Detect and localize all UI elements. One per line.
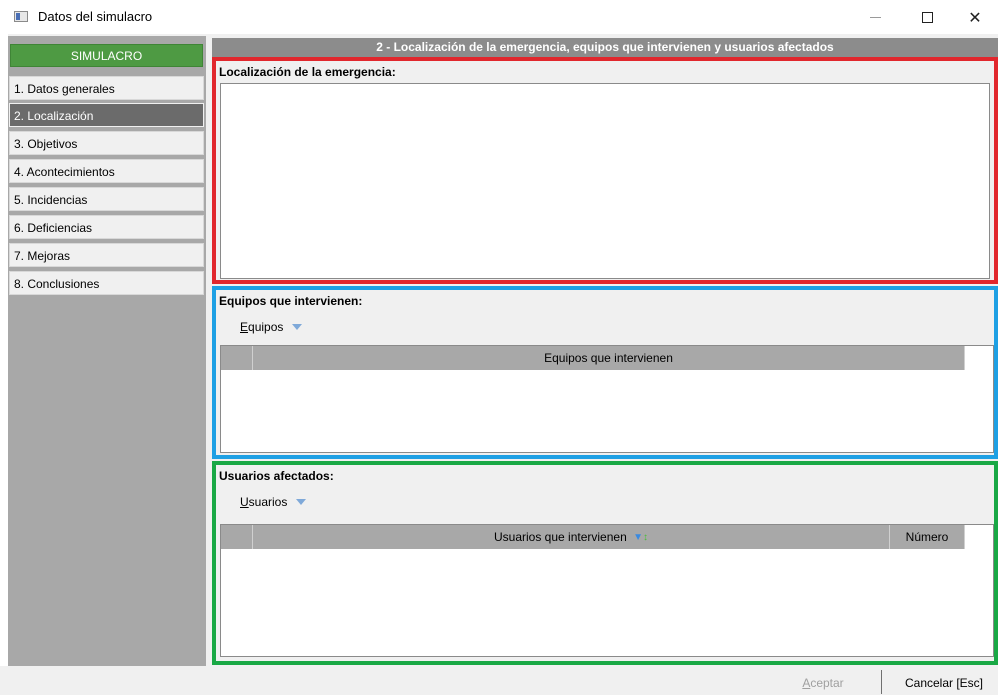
equipment-grid-header: Equipos que intervienen	[221, 346, 965, 370]
sidebar-item-deficiencias[interactable]: 6. Deficiencias	[9, 215, 204, 239]
sidebar-item-acontecimientos[interactable]: 4. Acontecimientos	[9, 159, 204, 183]
users-column-header[interactable]: Usuarios que intervienen ▼↕	[253, 525, 890, 549]
title-bar: Datos del simulacro ✕	[0, 0, 998, 34]
sidebar-item-datos-generales[interactable]: 1. Datos generales	[9, 76, 204, 100]
close-icon: ✕	[968, 7, 982, 27]
equipment-title: Equipos que intervienen:	[219, 294, 363, 308]
users-title: Usuarios afectados:	[219, 469, 334, 483]
users-dropdown-mnemonic: U	[240, 495, 249, 509]
users-column-label: Usuarios que intervienen	[494, 530, 627, 544]
caret-down-icon	[292, 324, 303, 330]
users-grid[interactable]: Usuarios que intervienen ▼↕ Número	[220, 524, 994, 657]
maximize-icon	[921, 11, 933, 23]
section-header: 2 - Localización de la emergencia, equip…	[212, 38, 998, 57]
accept-button[interactable]: Aceptar	[768, 672, 878, 694]
grid-corner	[221, 346, 253, 370]
sidebar-item-localizacion[interactable]: 2. Localización	[9, 103, 204, 127]
number-column-header[interactable]: Número	[890, 525, 965, 549]
grid-corner	[221, 525, 253, 549]
app-window-icon	[14, 11, 28, 22]
equipment-dropdown-label: quipos	[248, 320, 284, 334]
users-section: Usuarios afectados: Usuarios Usuarios qu…	[212, 461, 998, 665]
location-title: Localización de la emergencia:	[219, 65, 396, 79]
sidebar: SIMULACRO 1. Datos generales 2. Localiza…	[8, 36, 206, 666]
users-dropdown-label: suarios	[248, 495, 288, 509]
sidebar-item-incidencias[interactable]: 5. Incidencias	[9, 187, 204, 211]
sidebar-header: SIMULACRO	[10, 44, 203, 67]
sidebar-item-objetivos[interactable]: 3. Objetivos	[9, 131, 204, 155]
minimize-button[interactable]	[852, 0, 898, 34]
equipment-column-header[interactable]: Equipos que intervienen	[253, 346, 965, 370]
users-grid-header: Usuarios que intervienen ▼↕ Número	[221, 525, 965, 549]
button-divider	[881, 670, 882, 694]
equipment-section: Equipos que intervienen: Equipos Equipos…	[212, 286, 998, 459]
window-title: Datos del simulacro	[38, 9, 153, 24]
accept-label: ceptar	[810, 676, 844, 690]
caret-down-icon	[296, 499, 307, 505]
sort-icon: ▼↕	[633, 531, 648, 543]
location-textarea[interactable]	[220, 83, 990, 279]
maximize-button[interactable]	[904, 0, 950, 34]
minimize-icon	[869, 16, 881, 18]
equipment-dropdown-mnemonic: E	[240, 320, 249, 334]
sidebar-item-mejoras[interactable]: 7. Mejoras	[9, 243, 204, 267]
equipment-grid[interactable]: Equipos que intervienen	[220, 345, 994, 453]
equipment-dropdown[interactable]: Equipos	[240, 320, 303, 334]
cancel-button[interactable]: Cancelar [Esc]	[892, 672, 996, 694]
sidebar-item-conclusiones[interactable]: 8. Conclusiones	[9, 271, 204, 295]
users-dropdown[interactable]: Usuarios	[240, 495, 307, 509]
close-button[interactable]: ✕	[952, 0, 998, 34]
location-section: Localización de la emergencia:	[212, 57, 998, 284]
